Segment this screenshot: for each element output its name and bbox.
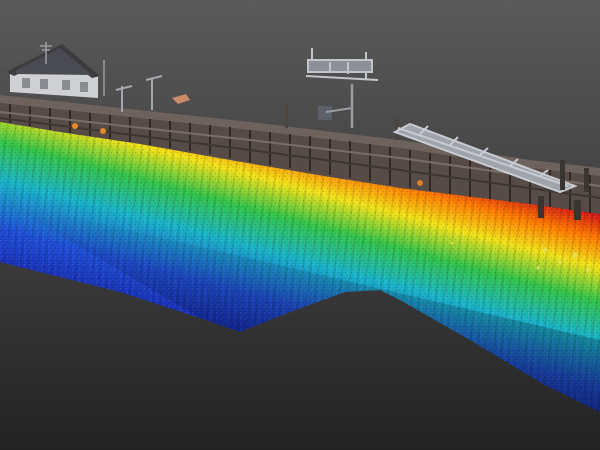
fender	[417, 180, 423, 186]
sonar-scene	[0, 0, 600, 450]
fender	[100, 128, 106, 134]
fender	[72, 123, 78, 129]
